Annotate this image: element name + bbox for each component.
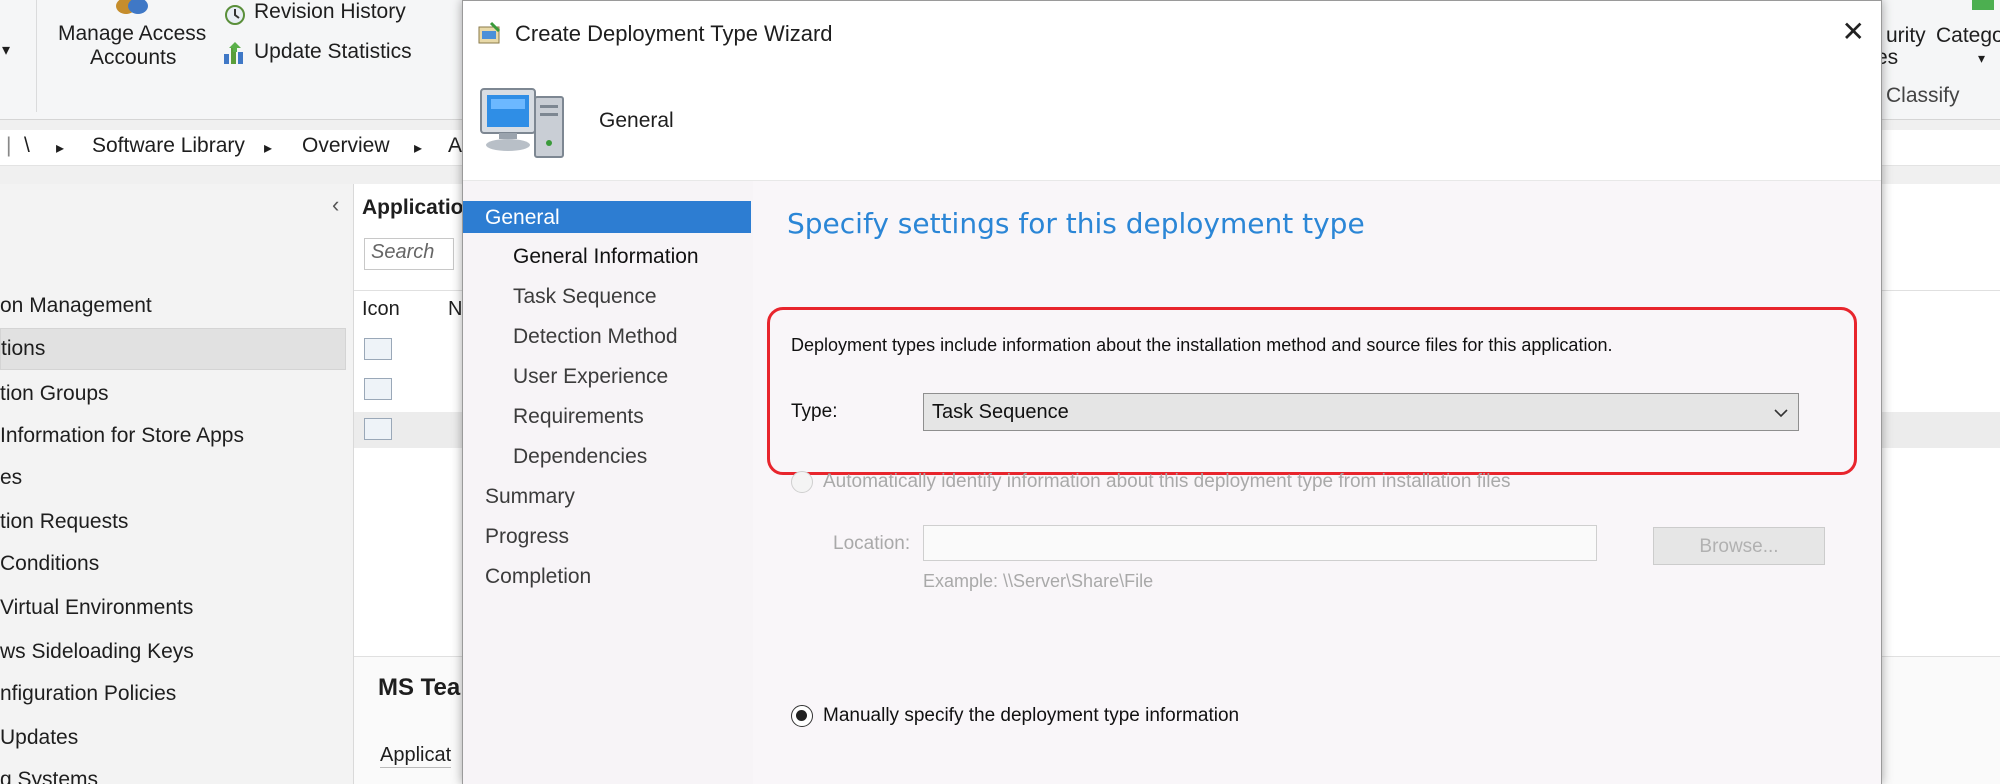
browse-button[interactable]: Browse... <box>1653 527 1825 565</box>
step-task-sequence: Task Sequence <box>513 285 657 308</box>
nav-item-updates[interactable]: Updates <box>0 726 78 750</box>
nav-item-store-apps[interactable]: Information for Store Apps <box>0 424 244 448</box>
step-summary: Summary <box>485 485 575 508</box>
manage-access-label-1: Manage Access <box>58 22 207 45</box>
highlight-box <box>767 307 1857 475</box>
table-row[interactable] <box>364 378 392 400</box>
step-completion: Completion <box>485 565 592 588</box>
page-title: Specify settings for this deployment typ… <box>787 207 1365 240</box>
navigation-pane: ‹ on Management tions tion Groups Inform… <box>0 184 354 784</box>
update-statistics-label: Update Statistics <box>254 40 412 63</box>
list-header: Applicatio <box>362 196 464 219</box>
collapse-nav-icon[interactable]: ‹ <box>332 192 339 218</box>
column-header-name[interactable]: N <box>448 298 462 321</box>
manual-specify-radio[interactable] <box>791 705 813 727</box>
location-label: Location: <box>833 533 911 554</box>
breadcrumb-divider: | <box>6 134 12 157</box>
ribbon-separator <box>36 0 37 112</box>
wizard-header: General <box>463 65 1881 181</box>
breadcrumb-sep-1[interactable]: ▸ <box>56 138 64 158</box>
step-progress: Progress <box>485 525 570 548</box>
wizard-body: Specify settings for this deployment typ… <box>753 181 1881 784</box>
nav-item-sideloading-keys[interactable]: ws Sideloading Keys <box>0 640 194 664</box>
close-icon[interactable]: ✕ <box>1842 15 1865 48</box>
breadcrumb-software-library[interactable]: Software Library <box>92 134 245 158</box>
ribbon-dropdown-arrow[interactable]: ▾ <box>2 40 10 60</box>
manual-specify-label: Manually specify the deployment type inf… <box>823 705 1240 726</box>
location-example: Example: \\Server\Share\File <box>923 571 1154 591</box>
details-title: MS Tea <box>378 674 461 701</box>
manage-access-accounts-button[interactable]: Manage Access Accounts <box>50 0 210 80</box>
step-general-information: General Information <box>513 245 699 268</box>
security-button-fragment[interactable]: urity <box>1886 24 1926 48</box>
step-requirements: Requirements <box>513 405 644 428</box>
nav-item-application-requests[interactable]: tion Requests <box>0 510 128 534</box>
revision-history-icon <box>225 5 245 25</box>
type-select-value: Task Sequence <box>932 401 1069 423</box>
type-label: Type: <box>791 401 838 422</box>
wizard-title-bar: Create Deployment Type Wizard ✕ <box>463 1 1881 65</box>
wizard-header-title: General <box>599 109 674 132</box>
breadcrumb-sep-2[interactable]: ▸ <box>264 138 272 158</box>
nav-item-licenses[interactable]: es <box>0 466 22 490</box>
nav-item-configuration-policies[interactable]: nfiguration Policies <box>0 682 176 706</box>
category-button-fragment[interactable]: Catego <box>1936 24 2000 48</box>
revision-history-button[interactable]: Revision History <box>222 0 422 30</box>
breadcrumb-root[interactable]: \ <box>24 134 30 158</box>
search-input[interactable]: Search <box>364 238 454 270</box>
nav-item-operating-systems[interactable]: g Systems <box>0 768 98 784</box>
nav-item-application-groups[interactable]: tion Groups <box>0 382 109 406</box>
statistics-icon <box>224 42 243 64</box>
classify-group-label: Classify <box>1886 84 1960 107</box>
step-detection-method: Detection Method <box>513 325 678 348</box>
computer-icon <box>480 88 564 158</box>
table-row[interactable] <box>364 338 392 360</box>
wizard-app-icon <box>478 21 501 44</box>
nav-item-global-conditions[interactable]: Conditions <box>0 552 99 576</box>
step-user-experience: User Experience <box>513 365 669 388</box>
manage-access-label-2: Accounts <box>90 46 177 69</box>
step-general: General <box>463 201 751 233</box>
table-row-icon <box>364 418 392 440</box>
type-select[interactable]: Task Sequence <box>923 393 1799 431</box>
ribbon-green-icon <box>1972 0 1994 10</box>
nav-item-application-management[interactable]: on Management <box>0 294 152 318</box>
location-input[interactable] <box>923 525 1597 561</box>
auto-identify-label: Automatically identify information about… <box>823 471 1511 492</box>
wizard-title: Create Deployment Type Wizard <box>515 21 833 46</box>
auto-identify-radio[interactable] <box>791 471 813 493</box>
step-dependencies: Dependencies <box>513 445 648 468</box>
accounts-icon <box>116 0 148 14</box>
breadcrumb-overview[interactable]: Overview <box>302 134 390 158</box>
breadcrumb-item-3[interactable]: A <box>448 134 462 158</box>
nav-item-virtual-environments[interactable]: Virtual Environments <box>0 596 193 620</box>
details-tab[interactable]: Applicat <box>380 744 452 768</box>
column-header-icon[interactable]: Icon <box>362 298 400 321</box>
wizard-steps: General General Information Task Sequenc… <box>463 181 753 784</box>
revision-history-label: Revision History <box>254 0 406 23</box>
create-deployment-type-wizard: Create Deployment Type Wizard ✕ General … <box>462 0 1882 784</box>
chevron-down-icon <box>1774 409 1788 418</box>
nav-item-applications[interactable]: tions <box>0 328 346 370</box>
deployment-type-description: Deployment types include information abo… <box>791 335 1613 355</box>
update-statistics-button[interactable]: Update Statistics <box>222 38 422 68</box>
category-dropdown-arrow[interactable]: ▾ <box>1978 50 1985 67</box>
breadcrumb-sep-3[interactable]: ▸ <box>414 138 422 158</box>
